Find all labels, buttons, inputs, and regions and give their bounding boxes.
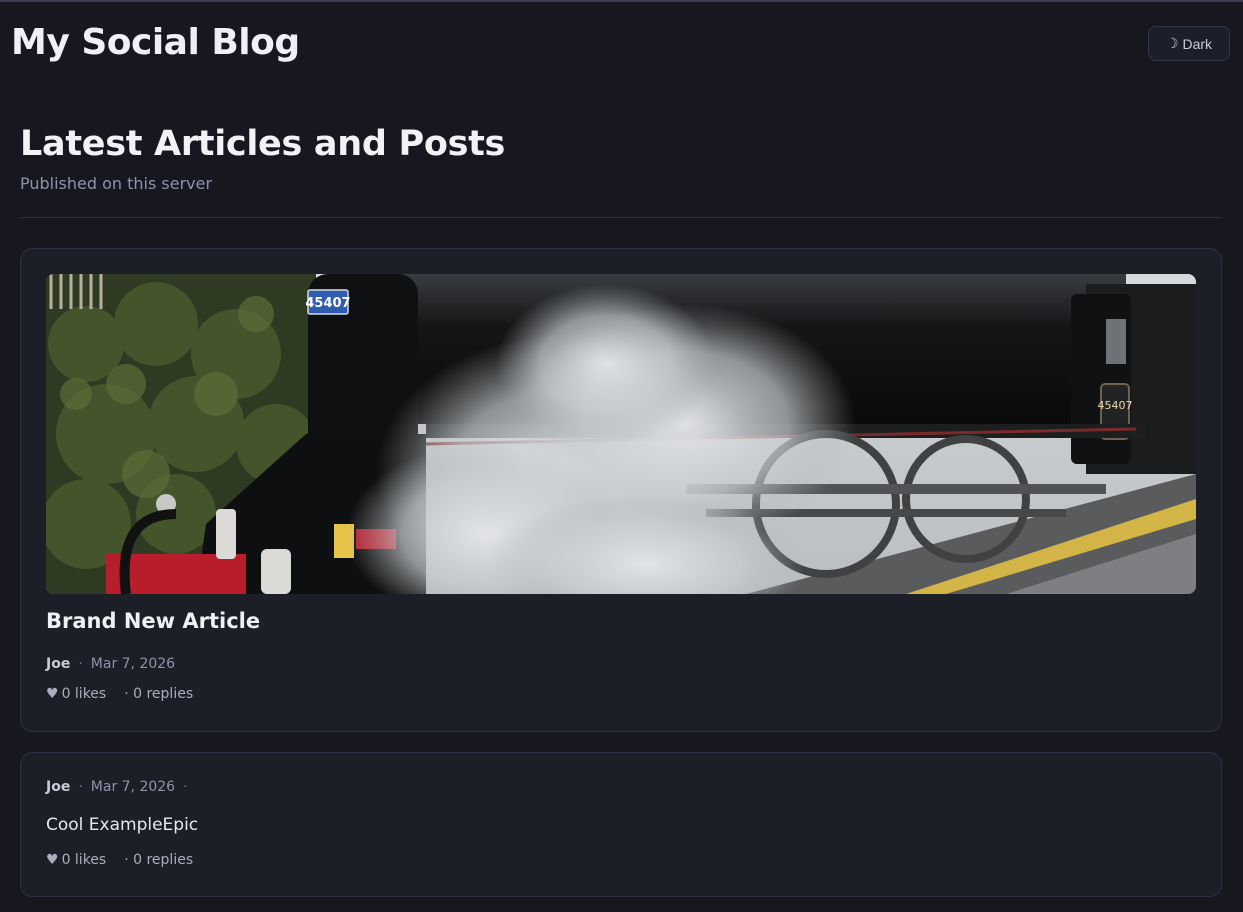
article-title[interactable]: Brand New Article: [46, 609, 260, 633]
theme-toggle-label: Dark: [1182, 35, 1213, 52]
svg-text:45407: 45407: [305, 296, 350, 311]
site-title[interactable]: My Social Blog: [11, 22, 300, 63]
like-count: 0 likes: [61, 852, 107, 868]
like-button[interactable]: ♥ 0 likes: [46, 852, 106, 868]
page-subtitle: Published on this server: [20, 174, 213, 193]
reply-count[interactable]: · 0 replies: [124, 852, 193, 868]
note-stats: ♥ 0 likes · 0 replies: [46, 852, 193, 868]
like-count: 0 likes: [61, 686, 107, 702]
post-date: Mar 7, 2026: [90, 779, 176, 795]
article-card[interactable]: 45407 45407 Brand New Article Joe · Mar …: [20, 248, 1222, 732]
moon-icon: ☽: [1165, 35, 1179, 51]
site-header: My Social Blog ☽ Dark: [0, 0, 1243, 90]
heart-icon: ♥: [46, 686, 59, 702]
page-title: Latest Articles and Posts: [20, 124, 506, 164]
article-stats: ♥ 0 likes · 0 replies: [46, 686, 193, 702]
steam-locomotive-image: 45407 45407: [46, 274, 1196, 594]
article-meta: Joe · Mar 7, 2026: [46, 656, 175, 672]
theme-toggle-button[interactable]: ☽ Dark: [1148, 26, 1230, 61]
article-cover-image[interactable]: 45407 45407: [46, 274, 1196, 594]
note-meta: Joe · Mar 7, 2026 ·: [46, 779, 196, 795]
svg-text:45407: 45407: [1098, 399, 1133, 412]
author-name[interactable]: Joe: [46, 779, 70, 795]
author-name[interactable]: Joe: [46, 656, 70, 672]
post-date: Mar 7, 2026: [90, 656, 176, 672]
meta-separator: ·: [78, 779, 83, 795]
heart-icon: ♥: [46, 852, 59, 868]
note-body: Cool ExampleEpic: [46, 815, 199, 835]
meta-separator: ·: [183, 779, 188, 795]
reply-count[interactable]: · 0 replies: [124, 686, 193, 702]
note-card[interactable]: Joe · Mar 7, 2026 · Cool ExampleEpic ♥ 0 lik…: [20, 752, 1222, 897]
divider: [20, 217, 1222, 218]
meta-separator: ·: [78, 656, 83, 672]
like-button[interactable]: ♥ 0 likes: [46, 686, 106, 702]
